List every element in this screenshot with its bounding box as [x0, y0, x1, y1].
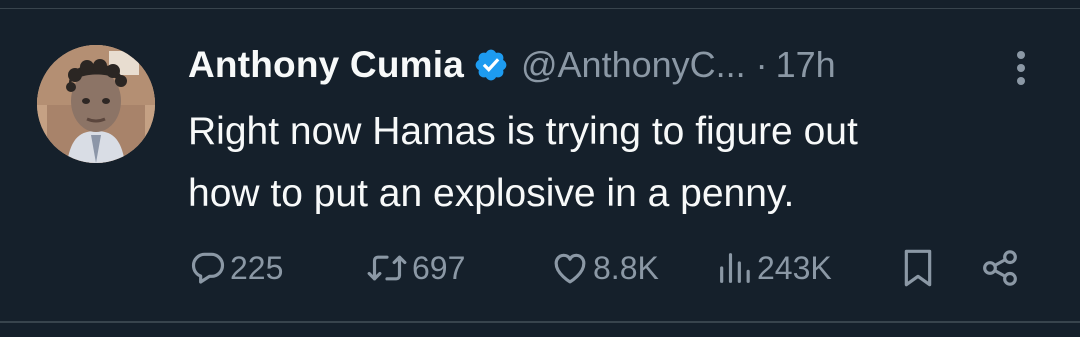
like-icon: [549, 248, 591, 288]
verified-badge-icon: [473, 47, 509, 83]
avatar[interactable]: [37, 45, 155, 163]
author-name[interactable]: Anthony Cumia: [188, 44, 464, 86]
bookmark-icon: [898, 246, 938, 290]
like-button[interactable]: 8.8K: [549, 240, 659, 296]
views-button[interactable]: 243K: [715, 240, 832, 296]
avatar-image: [37, 45, 155, 163]
share-button[interactable]: [980, 240, 1020, 296]
tweet[interactable]: Anthony Cumia @AnthonyC... · 17h Right n…: [0, 0, 1080, 337]
separator-dot: ·: [755, 44, 768, 85]
view-count: 243K: [757, 249, 832, 286]
like-count: 8.8K: [593, 249, 659, 286]
bookmark-button[interactable]: [898, 240, 938, 296]
reply-button[interactable]: 225: [188, 240, 283, 296]
author-handle[interactable]: @AnthonyC...: [521, 44, 746, 86]
views-icon: [715, 248, 755, 288]
bottom-divider: [0, 321, 1080, 323]
tweet-text-line-1: Right now Hamas is trying to figure out: [188, 110, 858, 153]
reply-count: 225: [230, 249, 284, 286]
more-options-icon[interactable]: [1006, 46, 1036, 90]
timestamp[interactable]: 17h: [776, 44, 836, 86]
retweet-button[interactable]: 697: [364, 240, 465, 296]
share-icon: [980, 248, 1020, 288]
action-bar: 225 697 8.8K 243K: [0, 240, 1080, 300]
reply-icon: [188, 248, 228, 288]
tweet-text-line-2: how to put an explosive in a penny.: [188, 172, 795, 215]
retweet-icon: [364, 248, 410, 288]
retweet-count: 697: [412, 249, 466, 286]
tweet-text: Right now Hamas is trying to figure out …: [188, 101, 1048, 225]
tweet-header: Anthony Cumia @AnthonyC... · 17h: [188, 41, 836, 89]
